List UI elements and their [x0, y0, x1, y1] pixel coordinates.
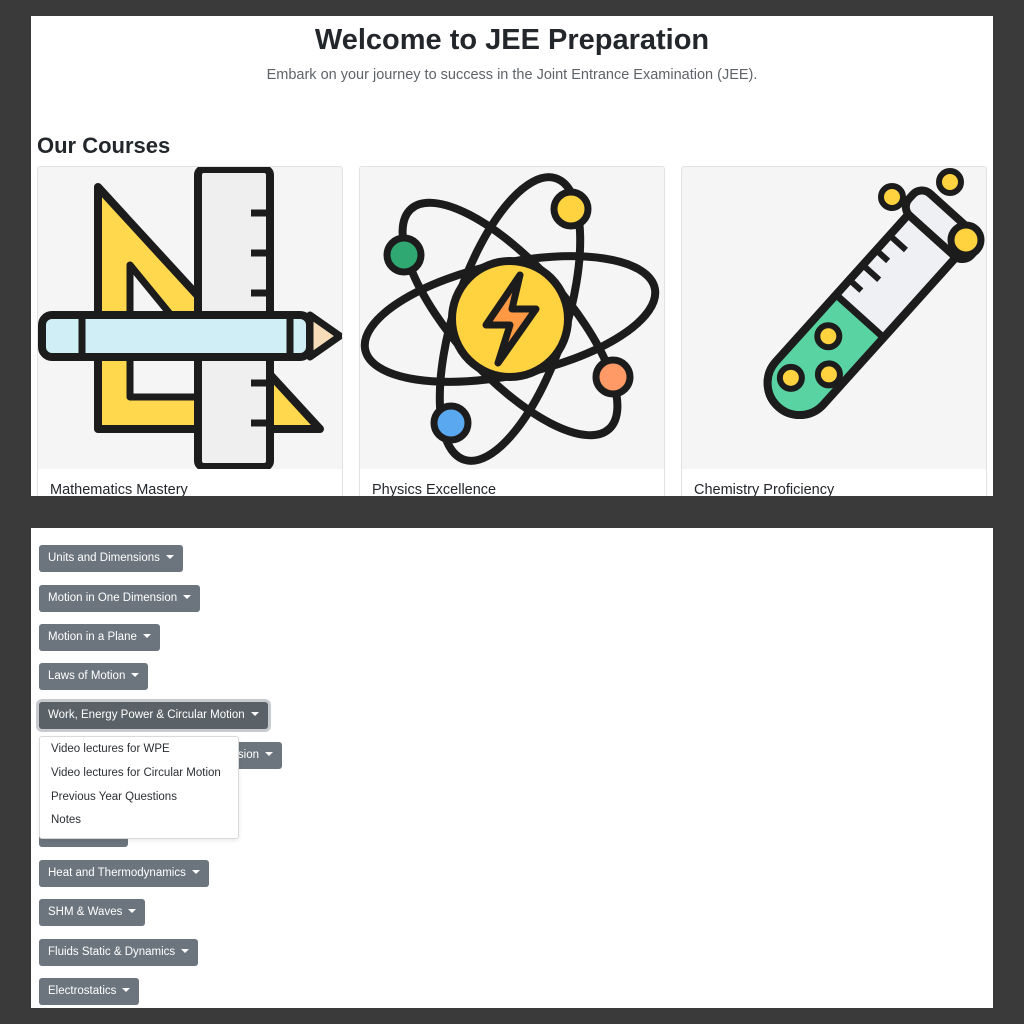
course-title[interactable]: Physics Excellence — [372, 482, 496, 496]
topic-dropdown-fluids[interactable]: Fluids Static & Dynamics — [39, 939, 199, 966]
caret-down-icon — [142, 634, 151, 638]
menu-item-notes[interactable]: Notes — [51, 814, 81, 826]
topic-dropdown-motion-1d[interactable]: Motion in One Dimension — [39, 585, 201, 612]
courses-heading: Our Courses — [37, 133, 171, 158]
caret-down-icon — [165, 555, 174, 559]
header-section: Welcome to JEE Preparation Embark on you… — [31, 16, 993, 496]
caret-down-icon — [122, 988, 131, 992]
course-card-mathematics[interactable]: Mathematics Mastery — [37, 166, 343, 496]
page-title: Welcome to JEE Preparation — [314, 24, 710, 56]
topic-label: sion — [237, 749, 259, 761]
menu-item-pyq[interactable]: Previous Year Questions — [51, 791, 177, 803]
topic-dropdown-heat[interactable]: Heat and Thermodynamics — [39, 860, 209, 887]
topic-label: Units and Dimensions — [48, 552, 160, 564]
caret-down-icon — [181, 949, 190, 953]
dropdown-menu: Video lectures for WPE Video lectures fo… — [39, 736, 239, 839]
topic-label: Heat and Thermodynamics — [48, 867, 186, 879]
topics-section: Units and Dimensions Motion in One Dimen… — [31, 528, 993, 1008]
topic-dropdown-laws-of-motion[interactable]: Laws of Motion — [39, 663, 149, 690]
topic-dropdown-work-energy[interactable]: Work, Energy Power & Circular Motion — [39, 702, 268, 729]
page-subtitle: Embark on your journey to success in the… — [266, 67, 758, 83]
topic-label: Work, Energy Power & Circular Motion — [48, 709, 245, 721]
course-card-chemistry[interactable]: Chemistry Proficiency — [681, 166, 987, 496]
caret-down-icon — [191, 870, 200, 874]
topic-label: Motion in a Plane — [48, 631, 137, 643]
caret-down-icon — [131, 673, 140, 677]
menu-item-video-circular[interactable]: Video lectures for Circular Motion — [51, 767, 221, 779]
caret-down-icon — [265, 752, 273, 756]
ruler-pencil-triangle-icon — [38, 167, 342, 469]
menu-item-video-wpe[interactable]: Video lectures for WPE — [51, 743, 170, 755]
atom-icon — [360, 167, 664, 469]
caret-down-icon — [183, 595, 192, 599]
caret-down-icon — [128, 909, 137, 913]
course-title[interactable]: Chemistry Proficiency — [694, 482, 834, 496]
topic-label: Laws of Motion — [48, 670, 126, 682]
course-title[interactable]: Mathematics Mastery — [50, 482, 188, 496]
topic-dropdown-electrostatics[interactable]: Electrostatics — [39, 978, 140, 1005]
caret-down-icon — [250, 712, 259, 716]
topic-dropdown-shm[interactable]: SHM & Waves — [39, 899, 146, 926]
topic-label: SHM & Waves — [48, 906, 123, 918]
topic-label: Electrostatics — [48, 985, 117, 997]
topic-dropdown-units[interactable]: Units and Dimensions — [39, 545, 183, 572]
topic-label: Motion in One Dimension — [48, 592, 178, 604]
topic-label: Fluids Static & Dynamics — [48, 946, 176, 958]
test-tube-icon — [682, 167, 986, 469]
topic-dropdown-motion-plane[interactable]: Motion in a Plane — [39, 624, 160, 651]
course-card-physics[interactable]: Physics Excellence — [359, 166, 665, 496]
